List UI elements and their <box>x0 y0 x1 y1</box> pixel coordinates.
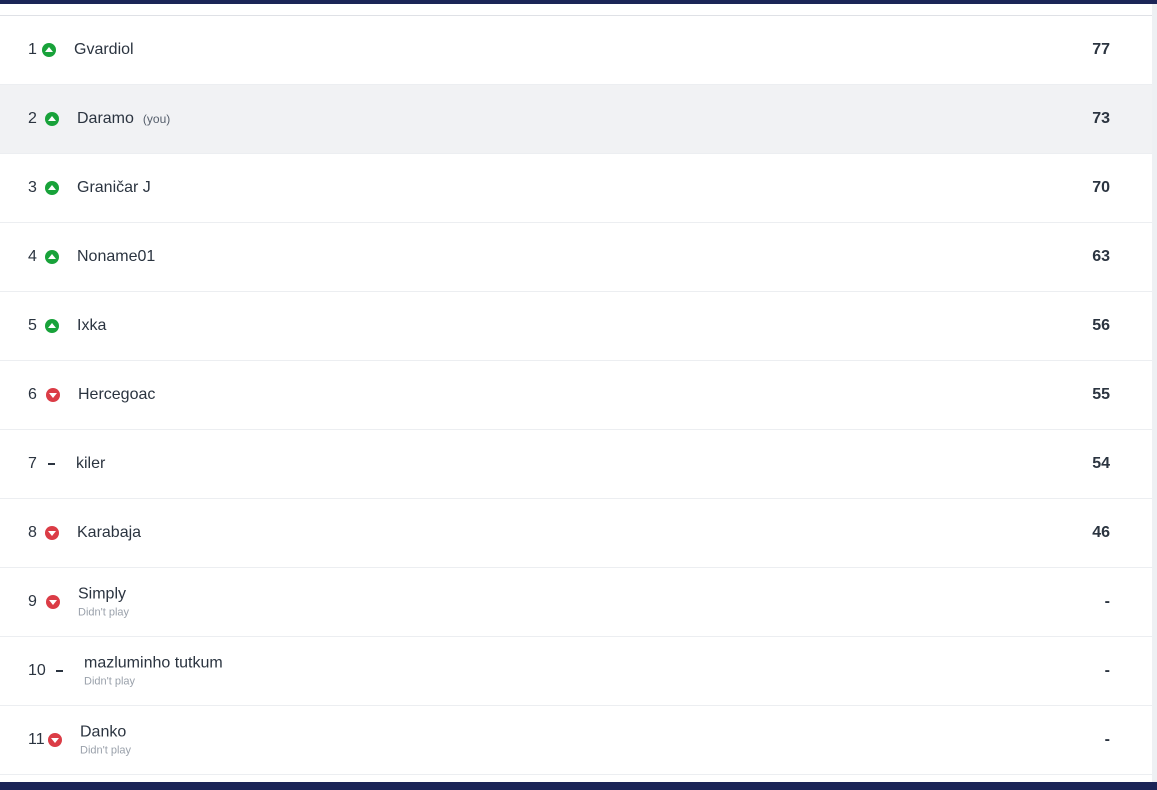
top-frame-bar <box>0 0 1157 4</box>
scrollbar-track[interactable] <box>1152 4 1157 782</box>
rank-number: 1 <box>28 41 37 58</box>
rank-up-icon <box>42 43 56 57</box>
rank-down-icon <box>46 595 60 609</box>
player-name[interactable]: Danko <box>80 724 126 742</box>
rank-up-icon <box>45 112 59 126</box>
player-name[interactable]: Noname01 <box>77 248 155 266</box>
player-name[interactable]: Daramo <box>77 110 134 128</box>
player-points: 55 <box>1092 386 1110 403</box>
rank-down-icon <box>48 733 62 747</box>
player-points: - <box>1104 731 1110 748</box>
standings-row[interactable]: 5 Ixka 56 <box>0 292 1152 361</box>
player-points: 63 <box>1092 248 1110 265</box>
player-name[interactable]: mazluminho tutkum <box>84 655 223 673</box>
player-points: 77 <box>1092 41 1110 58</box>
rank-number: 4 <box>28 248 37 265</box>
rank-up-icon <box>45 181 59 195</box>
rank-number: 5 <box>28 317 37 334</box>
player-info: Ixka <box>77 317 106 335</box>
standings-row[interactable]: 3 Graničar J 70 <box>0 154 1152 223</box>
player-points: - <box>1104 662 1110 679</box>
standings-row[interactable]: 9 Simply Didn't play - <box>0 568 1152 637</box>
player-info: Danko Didn't play <box>80 724 131 757</box>
you-tag: (you) <box>142 112 171 126</box>
standings-row[interactable]: 11 Danko Didn't play - <box>0 706 1152 775</box>
rank-number: 2 <box>28 110 37 127</box>
player-points: - <box>1104 593 1110 610</box>
player-points: 56 <box>1092 317 1110 334</box>
rank-number: 6 <box>28 386 37 403</box>
rank-down-icon <box>45 526 59 540</box>
player-name[interactable]: Hercegoac <box>78 386 155 404</box>
player-info: Karabaja <box>77 524 141 542</box>
didnt-play-status: Didn't play <box>80 744 132 757</box>
player-points: 46 <box>1092 524 1110 541</box>
standings-row[interactable]: 4 Noname01 63 <box>0 223 1152 292</box>
player-info: Hercegoac <box>78 386 155 404</box>
player-name[interactable]: Graničar J <box>77 179 151 197</box>
rank-number: 9 <box>28 593 37 610</box>
rank-number: 10 <box>28 662 46 679</box>
player-info: Gvardiol <box>74 41 134 59</box>
player-info: Noname01 <box>77 248 155 266</box>
player-name[interactable]: Ixka <box>77 317 106 335</box>
rank-unchanged-icon <box>55 664 63 678</box>
standings-row[interactable]: 7 kiler 54 <box>0 430 1152 499</box>
rank-unchanged-icon <box>47 457 55 471</box>
player-info: kiler <box>76 455 105 473</box>
standings-row[interactable]: 8 Karabaja 46 <box>0 499 1152 568</box>
bottom-frame-bar <box>0 782 1157 790</box>
player-info: Daramo (you) <box>77 110 170 128</box>
standings-row[interactable]: 1 Gvardiol 77 <box>0 16 1152 85</box>
rank-up-icon <box>45 319 59 333</box>
rank-number: 7 <box>28 455 37 472</box>
player-points: 54 <box>1092 455 1110 472</box>
player-points: 70 <box>1092 179 1110 196</box>
rank-number: 3 <box>28 179 37 196</box>
player-name[interactable]: Simply <box>78 586 126 604</box>
rank-number: 8 <box>28 524 37 541</box>
rank-down-icon <box>46 388 60 402</box>
player-info: Simply Didn't play <box>78 586 129 619</box>
rank-number: 11 <box>28 731 45 748</box>
rank-up-icon <box>45 250 59 264</box>
player-name[interactable]: Karabaja <box>77 524 141 542</box>
player-name[interactable]: kiler <box>76 455 105 473</box>
player-info: Graničar J <box>77 179 151 197</box>
player-points: 73 <box>1092 110 1110 127</box>
didnt-play-status: Didn't play <box>84 675 136 688</box>
didnt-play-status: Didn't play <box>78 606 130 619</box>
standings-row[interactable]: 10 mazluminho tutkum Didn't play - <box>0 637 1152 706</box>
player-info: mazluminho tutkum Didn't play <box>84 655 223 688</box>
standings-row-current-user[interactable]: 2 Daramo (you) 73 <box>0 85 1152 154</box>
standings-table: 1 Gvardiol 77 2 Daramo (you) 73 3 Granič… <box>0 15 1152 775</box>
player-name[interactable]: Gvardiol <box>74 41 134 59</box>
standings-row[interactable]: 6 Hercegoac 55 <box>0 361 1152 430</box>
